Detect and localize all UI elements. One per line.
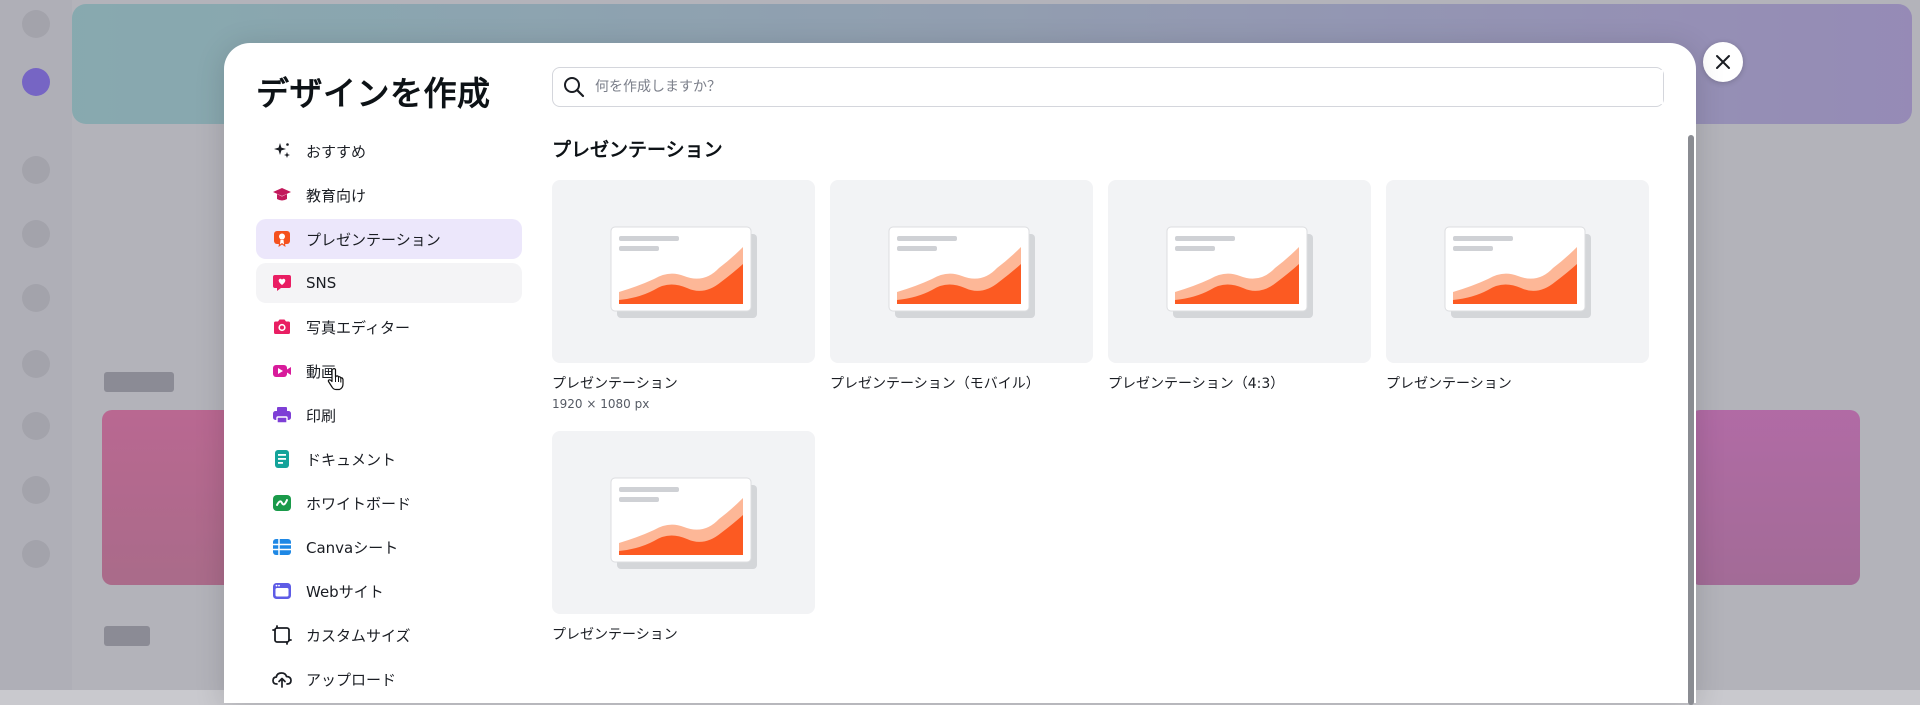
template-card[interactable]: プレゼンテーション: [1386, 180, 1649, 411]
category-sidebar: おすすめ 教育向け プレゼンテーション SNS 写真エディター 動画 印刷 ドキ…: [256, 131, 522, 703]
sidebar-item-label: 写真エディター: [306, 318, 410, 337]
search-bar[interactable]: [552, 67, 1664, 107]
sidebar-item-label: 印刷: [306, 406, 337, 425]
template-card[interactable]: プレゼンテーション（モバイル）: [830, 180, 1093, 411]
sidebar-item-label: Webサイト: [306, 582, 384, 601]
template-label[interactable]: プレゼンテーション: [552, 624, 815, 644]
sidebar-item-label: カスタムサイズ: [306, 626, 411, 645]
custom-size-icon: [272, 625, 292, 645]
sidebar-item-sns[interactable]: SNS: [256, 263, 522, 303]
template-section: プレゼンテーション プレゼンテーション 1920 × 1080 px プレゼンテーシ…: [552, 135, 1676, 644]
graduation-cap-icon: [272, 185, 292, 205]
search-icon: [564, 77, 585, 98]
template-dimensions: 1920 × 1080 px: [552, 397, 650, 411]
modal-title: デザインを作成: [256, 74, 491, 113]
sidebar-item-custom-size[interactable]: カスタムサイズ: [256, 615, 522, 655]
sidebar-item-label: 教育向け: [306, 186, 367, 205]
template-label[interactable]: プレゼンテーション: [1386, 373, 1649, 393]
printer-icon: [272, 405, 292, 425]
sidebar-item-document[interactable]: ドキュメント: [256, 439, 522, 479]
sidebar-item-label: ホワイトボード: [306, 494, 412, 513]
template-thumbnail[interactable]: [1386, 180, 1649, 363]
presentation-award-icon: [272, 229, 292, 249]
website-icon: [272, 581, 292, 601]
template-thumbnail[interactable]: [552, 180, 815, 363]
sidebar-item-website[interactable]: Webサイト: [256, 571, 522, 611]
video-icon: [272, 361, 292, 381]
heart-chat-icon: [272, 273, 292, 293]
sidebar-item-whiteboard[interactable]: ホワイトボード: [256, 483, 522, 523]
search-input[interactable]: [595, 70, 1663, 104]
sidebar-item-education[interactable]: 教育向け: [256, 175, 522, 215]
template-label[interactable]: プレゼンテーション（モバイル）: [830, 373, 1093, 393]
sidebar-item-photo-editor[interactable]: 写真エディター: [256, 307, 522, 347]
presentation-thumbnail-icon: [610, 226, 757, 318]
template-label[interactable]: プレゼンテーション: [552, 373, 815, 393]
sidebar-item-canva-sheet[interactable]: Canvaシート: [256, 527, 522, 567]
camera-icon: [272, 317, 292, 337]
template-thumbnail[interactable]: [552, 431, 815, 614]
sidebar-item-label: SNS: [306, 274, 337, 292]
template-card[interactable]: プレゼンテーション（4:3）: [1108, 180, 1371, 411]
sidebar-item-print[interactable]: 印刷: [256, 395, 522, 435]
scrollbar[interactable]: [1688, 135, 1694, 705]
hand-cursor-icon: [327, 368, 344, 391]
presentation-thumbnail-icon: [610, 477, 757, 569]
template-card[interactable]: プレゼンテーション: [552, 431, 815, 644]
presentation-thumbnail-icon: [888, 226, 1035, 318]
template-thumbnail[interactable]: [830, 180, 1093, 363]
sidebar-item-label: Canvaシート: [306, 538, 399, 557]
sidebar-item-label: プレゼンテーション: [306, 230, 441, 249]
close-icon: [1716, 55, 1730, 69]
close-button[interactable]: [1703, 42, 1743, 82]
presentation-thumbnail-icon: [1166, 226, 1313, 318]
create-design-modal: デザインを作成 おすすめ 教育向け プレゼンテーション: [224, 43, 1696, 705]
document-icon: [272, 449, 292, 469]
presentation-thumbnail-icon: [1444, 226, 1591, 318]
section-title: プレゼンテーション: [552, 139, 723, 161]
template-grid: プレゼンテーション 1920 × 1080 px プレゼンテーション（モバイル） プレ…: [552, 180, 1676, 644]
template-thumbnail[interactable]: [1108, 180, 1371, 363]
upload-cloud-icon: [272, 669, 292, 689]
sidebar-item-label: ドキュメント: [306, 450, 397, 469]
sheet-icon: [272, 537, 292, 557]
sidebar-item-upload[interactable]: アップロード: [256, 659, 522, 699]
sidebar-item-label: アップロード: [306, 670, 397, 689]
sparkle-icon: [272, 141, 292, 161]
sidebar-item-video[interactable]: 動画: [256, 351, 522, 391]
template-card[interactable]: プレゼンテーション 1920 × 1080 px: [552, 180, 815, 411]
sidebar-item-presentation[interactable]: プレゼンテーション: [256, 219, 522, 259]
sidebar-item-recommended[interactable]: おすすめ: [256, 131, 522, 171]
template-label[interactable]: プレゼンテーション（4:3）: [1108, 373, 1371, 393]
sidebar-item-label: おすすめ: [306, 142, 367, 161]
whiteboard-icon: [272, 493, 292, 513]
